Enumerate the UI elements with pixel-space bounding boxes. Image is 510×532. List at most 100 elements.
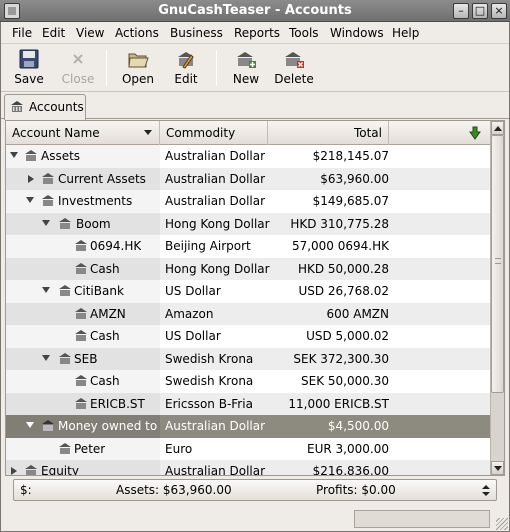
account-total: 57,000 0694.HK <box>291 239 389 253</box>
column-total-label: Total <box>353 126 382 140</box>
floppy-disk-icon <box>19 49 39 69</box>
account-commodity: Amazon <box>165 306 214 321</box>
account-icon <box>59 352 71 364</box>
account-name: Peter <box>74 441 106 456</box>
account-commodity: US Dollar <box>165 284 221 298</box>
toolbar: Save Close Open Edit New Delete <box>0 44 510 92</box>
account-commodity: Australian Dollar <box>165 464 266 476</box>
tree-row[interactable]: Boom Hong Kong Dollar HKD 310,775.28 <box>6 212 490 235</box>
column-commodity-label: Commodity <box>166 126 236 140</box>
menu-business[interactable]: Business <box>170 26 223 40</box>
account-icon <box>42 172 54 184</box>
menu-reports[interactable]: Reports <box>234 26 280 40</box>
account-name: 0694.HK <box>90 239 142 253</box>
tree-row[interactable]: 0694.HK Beijing Airport 57,000 0694.HK <box>6 235 490 258</box>
scroll-thumb[interactable] <box>491 135 504 393</box>
tree-row[interactable]: AMZN Amazon 600 AMZN <box>6 302 490 325</box>
account-rows: Assets Australian Dollar $218,145.07 Cur… <box>6 145 490 476</box>
account-commodity: Beijing Airport <box>165 239 251 253</box>
account-icon <box>75 307 87 319</box>
expander-closed-icon[interactable] <box>11 467 17 475</box>
account-icon <box>75 330 87 341</box>
menu-edit[interactable]: Edit <box>42 26 65 40</box>
expander-closed-icon[interactable] <box>28 174 34 183</box>
open-button[interactable]: Open <box>114 47 162 89</box>
tree-row[interactable]: SEB Swedish Krona SEK 372,300.30 <box>6 347 490 370</box>
account-commodity: US Dollar <box>165 329 221 343</box>
menu-windows[interactable]: Windows <box>330 26 384 40</box>
save-label: Save <box>14 72 44 86</box>
expander-open-icon[interactable] <box>42 354 50 361</box>
tab-strip: Accounts <box>0 92 510 120</box>
spin-arrows-icon[interactable] <box>482 485 490 496</box>
tree-row-selected[interactable]: Money owned to n Australian Dollar $4,50… <box>6 415 490 438</box>
tree-row[interactable]: Current Assets Australian Dollar $63,960… <box>6 167 490 190</box>
column-account-name-label: Account Name <box>12 126 100 140</box>
account-total: 600 AMZN <box>326 306 389 321</box>
close-window-button[interactable]: × <box>491 3 507 19</box>
account-icon <box>75 262 87 274</box>
resize-grip-icon[interactable] <box>496 518 508 530</box>
save-button[interactable]: Save <box>5 47 53 89</box>
vertical-scrollbar[interactable] <box>490 121 504 475</box>
new-account-button[interactable]: New <box>222 47 270 89</box>
account-total: SEK 372,300.30 <box>293 351 389 366</box>
account-icon <box>59 217 71 229</box>
progress-bar <box>354 510 490 528</box>
tree-header: Account Name Commodity Total <box>6 121 490 145</box>
menu-help[interactable]: Help <box>392 26 419 40</box>
menu-actions[interactable]: Actions <box>115 26 159 40</box>
maximize-button[interactable]: □ <box>472 3 488 19</box>
account-name: CitiBank <box>74 284 124 298</box>
account-commodity: Euro <box>165 441 193 456</box>
expander-open-icon[interactable] <box>26 197 34 203</box>
account-commodity: Hong Kong Dollar <box>165 261 270 276</box>
expander-open-icon[interactable] <box>26 422 34 428</box>
menu-view[interactable]: View <box>76 26 104 40</box>
account-icon <box>75 397 87 409</box>
expander-open-icon[interactable] <box>42 219 50 226</box>
account-name: Cash <box>90 261 120 276</box>
tree-row[interactable]: Equity Australian Dollar $216,836.00 <box>6 460 490 476</box>
expander-open-icon[interactable] <box>10 152 18 158</box>
tree-row[interactable]: Cash Hong Kong Dollar HKD 50,000.28 <box>6 257 490 280</box>
column-selector-icon[interactable] <box>469 126 481 140</box>
close-button[interactable]: Close <box>54 47 102 89</box>
toolbar-separator <box>106 50 107 86</box>
tab-accounts[interactable]: Accounts <box>4 94 86 120</box>
column-account-name[interactable]: Account Name <box>6 121 160 145</box>
tree-row[interactable]: Assets Australian Dollar $218,145.07 <box>6 145 490 168</box>
menu-file[interactable]: File <box>12 26 32 40</box>
tab-accounts-label: Accounts <box>29 100 84 114</box>
account-total: $63,960.00 <box>320 171 389 186</box>
scroll-up-button[interactable] <box>491 121 504 135</box>
account-total: HKD 50,000.28 <box>297 261 389 276</box>
account-total: EUR 3,000.00 <box>307 441 389 456</box>
summary-bar[interactable]: $: Assets: $63,960.00 Profits: $0.00 <box>13 479 497 501</box>
tree-row[interactable]: Investments Australian Dollar $149,685.0… <box>6 190 490 213</box>
edit-button[interactable]: Edit <box>162 47 210 89</box>
column-total[interactable]: Total <box>268 121 389 145</box>
window-title: GnuCashTeaser - Accounts <box>158 3 352 18</box>
delete-account-button[interactable]: Delete <box>270 47 318 89</box>
tree-row[interactable]: CitiBank US Dollar USD 26,768.02 <box>6 280 490 303</box>
minimize-button[interactable]: – <box>453 3 469 19</box>
tree-row[interactable]: Peter Euro EUR 3,000.00 <box>6 437 490 460</box>
close-icon <box>73 54 83 64</box>
account-total: USD 26,768.02 <box>298 284 389 298</box>
tree-row[interactable]: Cash Swedish Krona SEK 50,000.30 <box>6 370 490 393</box>
tree-row[interactable]: ERICB.ST Ericsson B-Fria 11,000 ERICB.ST <box>6 392 490 415</box>
scroll-grip <box>495 258 501 264</box>
menu-tools[interactable]: Tools <box>289 26 319 40</box>
column-commodity[interactable]: Commodity <box>160 121 268 145</box>
delete-label: Delete <box>274 72 314 86</box>
toolbar-separator <box>216 50 217 86</box>
account-icon <box>25 465 37 475</box>
expander-open-icon[interactable] <box>42 287 50 293</box>
account-name: Investments <box>58 194 133 208</box>
edit-label: Edit <box>174 72 198 86</box>
scroll-down-button[interactable] <box>491 461 504 475</box>
account-commodity: Swedish Krona <box>165 351 254 366</box>
account-icon <box>25 150 37 161</box>
tree-row[interactable]: Cash US Dollar USD 5,000.02 <box>6 325 490 348</box>
